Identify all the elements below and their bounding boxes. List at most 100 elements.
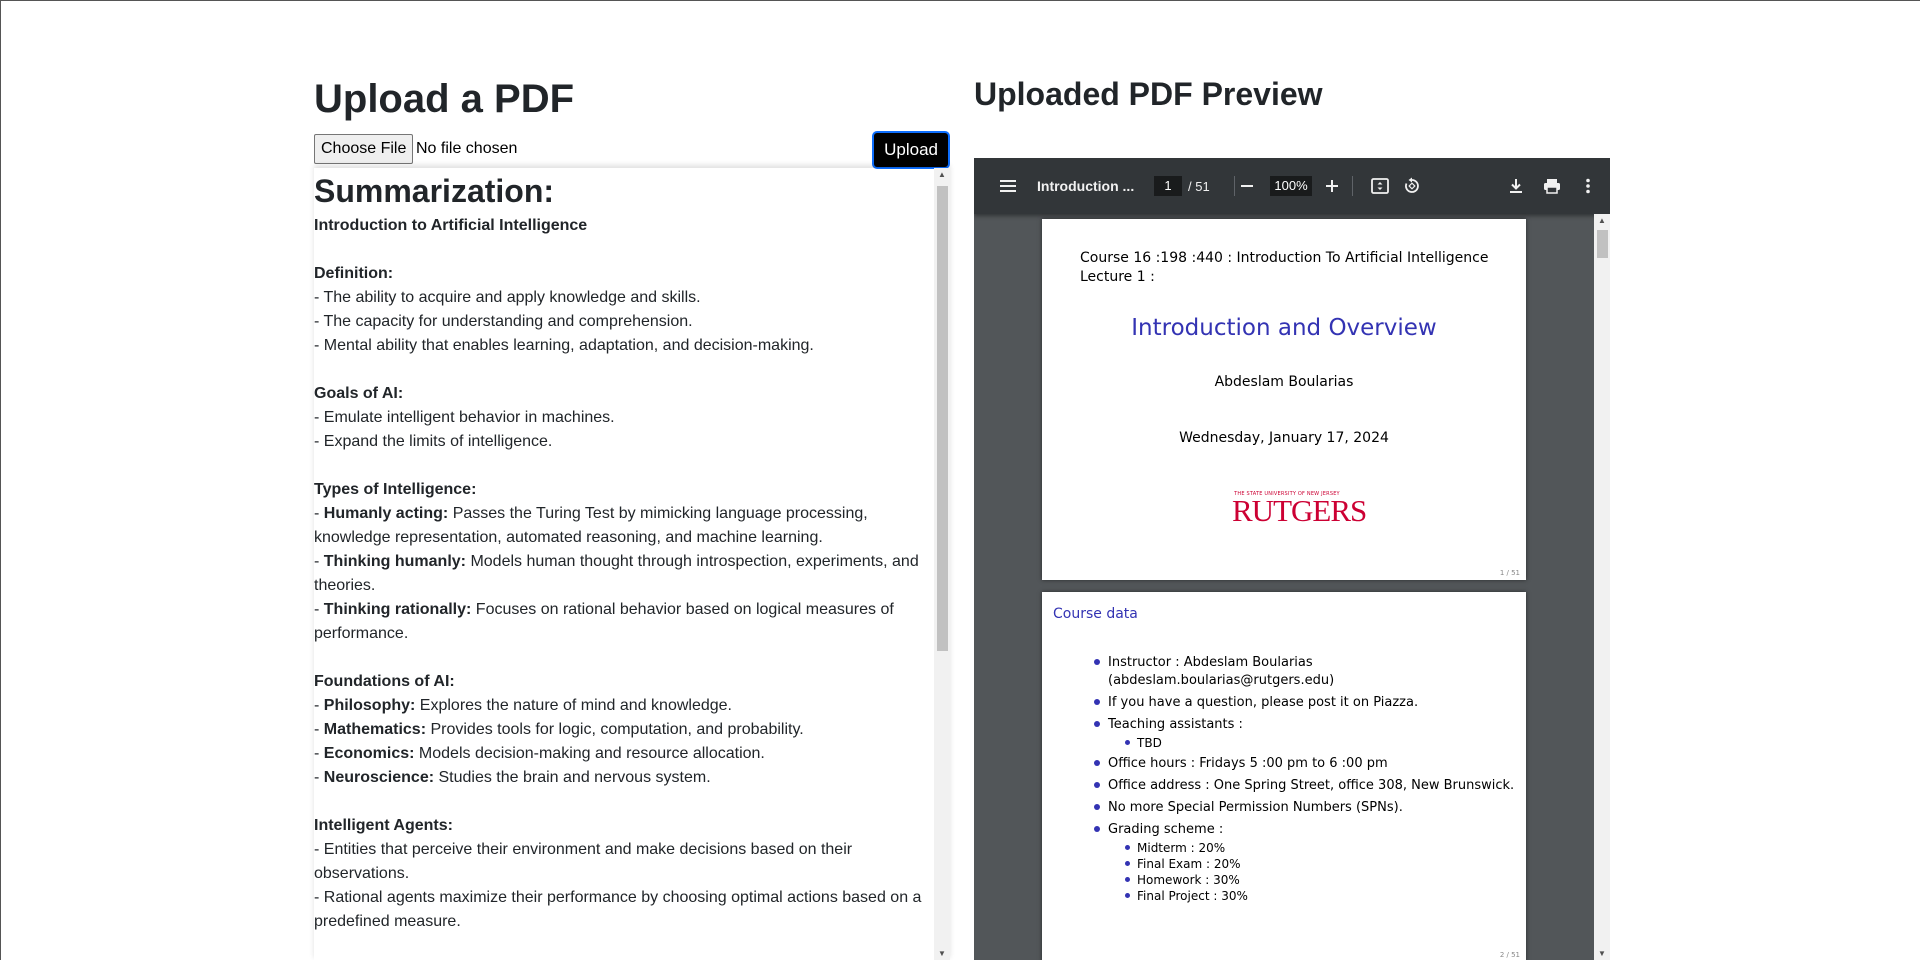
- choose-file-button[interactable]: Choose File: [314, 134, 414, 164]
- scroll-down-arrow-icon[interactable]: ▼: [1594, 947, 1610, 960]
- bullet-dash: -: [314, 889, 324, 906]
- download-icon[interactable]: [1504, 174, 1528, 198]
- summary-scrollbar[interactable]: ▲ ▼: [934, 168, 950, 960]
- pdf-document-title: Introduction ...: [1037, 178, 1135, 194]
- course-data-sublist: TBD: [1108, 735, 1514, 751]
- scroll-up-arrow-icon[interactable]: ▲: [934, 168, 950, 182]
- lecture-title: Introduction and Overview: [1131, 315, 1437, 341]
- summary-bullet-text: The capacity for understanding and compr…: [323, 313, 693, 330]
- summary-bullet-term: Mathematics:: [323, 721, 427, 738]
- course-data-item: Teaching assistants :: [1094, 716, 1514, 734]
- page-number-label: 2 / 51: [1499, 951, 1520, 959]
- zoom-in-icon[interactable]: [1320, 174, 1344, 198]
- summary-bullet-term: Thinking humanly:: [323, 553, 466, 570]
- bullet-dash: -: [314, 697, 324, 714]
- pdf-viewer[interactable]: Introduction ... 1 / 51 100% Course 16:…: [974, 158, 1610, 960]
- upload-title: Upload a PDF: [314, 77, 575, 121]
- summary-section-title: Definition:: [314, 265, 394, 282]
- course-data-item: Instructor : Abdeslam Boularias (abdesla…: [1094, 654, 1334, 690]
- upload-button[interactable]: Upload: [872, 131, 950, 169]
- summary-bullet-term: Philosophy:: [323, 697, 416, 714]
- course-data-text: If you have a question, please post it o…: [1108, 695, 1419, 710]
- summary-bullet-text: Mental ability that enables learning, ad…: [323, 337, 814, 354]
- summary-bullet-text: Emulate intelligent behavior in machines…: [323, 409, 615, 426]
- bullet-dash: -: [314, 601, 324, 618]
- summary-topic: Introduction to Artificial Intelligence: [314, 217, 588, 234]
- toolbar-divider: [1352, 176, 1353, 196]
- summary-section-title: Intelligent Agents:: [314, 817, 453, 834]
- summary-section-title: Types of Intelligence:: [314, 481, 477, 498]
- bullet-icon: [1094, 826, 1100, 832]
- page-number-input[interactable]: 1: [1154, 176, 1182, 196]
- summary-bullet-text: Rational agents maximize their performan…: [314, 889, 922, 930]
- rutgers-logo-wordmark: RUTGERS: [1232, 493, 1367, 528]
- zoom-out-icon[interactable]: [1235, 174, 1259, 198]
- course-data-item: Office address : One Spring Street, offi…: [1094, 777, 1514, 795]
- summary-scroll-thumb[interactable]: [937, 186, 948, 651]
- course-data-item: Office hours : Fridays 5 :00 pm to 6 :00…: [1094, 755, 1514, 773]
- course-data-text: Office hours : Fridays 5 :00 pm to 6 :00…: [1108, 756, 1388, 771]
- summary-bullet: - The capacity for understanding and com…: [314, 310, 934, 334]
- summary-bullet: - Mental ability that enables learning, …: [314, 334, 934, 358]
- course-data-subitem: Final Project : 30%: [1125, 888, 1514, 904]
- bullet-icon: [1094, 782, 1100, 788]
- summary-heading: Summarization:: [314, 173, 555, 209]
- course-data-subtext: Homework : 30%: [1137, 873, 1240, 887]
- pdf-pages-area[interactable]: Course 16 :198 :440 : Introduction To Ar…: [974, 214, 1594, 960]
- upload-section: Upload a PDF Choose File No file chosen …: [314, 71, 950, 171]
- course-data-subitem: Homework : 30%: [1125, 872, 1514, 888]
- course-data-text: No more Special Permission Numbers (SPNs…: [1108, 800, 1403, 815]
- course-info: Course 16 :198 :440 : Introduction To Ar…: [1080, 249, 1488, 287]
- summary-bullet: - Humanly acting: Passes the Turing Test…: [314, 502, 934, 550]
- bullet-dash: -: [314, 553, 324, 570]
- summary-bullet-term: Humanly acting:: [323, 505, 449, 522]
- scroll-up-arrow-icon[interactable]: ▲: [1594, 214, 1610, 228]
- summary-bullet: - Thinking rationally: Focuses on ration…: [314, 598, 934, 646]
- more-options-icon[interactable]: [1576, 174, 1600, 198]
- bullet-icon: [1125, 845, 1130, 850]
- preview-title: Uploaded PDF Preview: [974, 76, 1323, 112]
- lecture-date: Wednesday, January 17, 2024: [1179, 430, 1389, 446]
- summary-panel[interactable]: Summarization: Introduction to Artificia…: [314, 168, 950, 960]
- pdf-scrollbar[interactable]: ▲ ▼: [1594, 214, 1610, 960]
- pdf-scroll-thumb[interactable]: [1597, 230, 1608, 258]
- summary-bullet-term: Neuroscience:: [323, 769, 435, 786]
- summary-bullet-term: Thinking rationally:: [323, 601, 472, 618]
- course-data-sublist: Midterm : 20% Final Exam : 20% Homework : …: [1108, 840, 1514, 904]
- course-data-text: Teaching assistants :: [1108, 717, 1243, 732]
- print-icon[interactable]: [1540, 174, 1564, 198]
- bullet-dash: -: [314, 409, 324, 426]
- summary-content: Summarization: Introduction to Artificia…: [314, 168, 934, 960]
- course-line: Course 16 :198 :440 : Introduction To Ar…: [1080, 250, 1489, 266]
- course-data-item: No more Special Permission Numbers (SPNs…: [1094, 799, 1514, 817]
- fit-page-icon[interactable]: [1368, 174, 1392, 198]
- bullet-dash: -: [314, 505, 324, 522]
- summary-bullet: - Rational agents maximize their perform…: [314, 886, 934, 934]
- menu-icon[interactable]: [996, 174, 1020, 198]
- summary-bullet-text: Studies the brain and nervous system.: [434, 769, 711, 786]
- bullet-icon: [1094, 804, 1100, 810]
- summary-bullet-text: Entities that perceive their environment…: [314, 841, 853, 882]
- bullet-icon: [1094, 721, 1100, 727]
- course-data-subitem: TBD: [1125, 735, 1514, 751]
- summary-bullet-term: Economics:: [323, 745, 415, 762]
- summary-bullet-text: Expand the limits of intelligence.: [323, 433, 553, 450]
- summary-bullet: - The ability to acquire and apply knowl…: [314, 286, 934, 310]
- bullet-icon: [1125, 893, 1130, 898]
- course-data-subtext: Final Exam : 20%: [1137, 857, 1241, 871]
- bullet-icon: [1094, 659, 1100, 665]
- bullet-icon: [1125, 740, 1130, 745]
- summary-bullet: - Thinking humanly: Models human thought…: [314, 550, 934, 598]
- scroll-down-arrow-icon[interactable]: ▼: [934, 947, 950, 960]
- summary-bullet: - Neuroscience: Studies the brain and ne…: [314, 766, 934, 790]
- summary-bullet: - Mathematics: Provides tools for logic,…: [314, 718, 934, 742]
- rotate-icon[interactable]: [1400, 174, 1424, 198]
- course-data-subtext: TBD: [1137, 736, 1162, 750]
- summary-section-title: Foundations of AI:: [314, 673, 455, 690]
- page-number-label: 1 / 51: [1499, 569, 1520, 577]
- zoom-level-input[interactable]: 100%: [1270, 176, 1312, 196]
- bullet-dash: -: [314, 841, 324, 858]
- summary-text: Introduction to Artificial Intelligence …: [314, 214, 934, 934]
- summary-bullet-text: Provides tools for logic, computation, a…: [426, 721, 804, 738]
- lecture-line: Lecture 1 :: [1080, 269, 1155, 285]
